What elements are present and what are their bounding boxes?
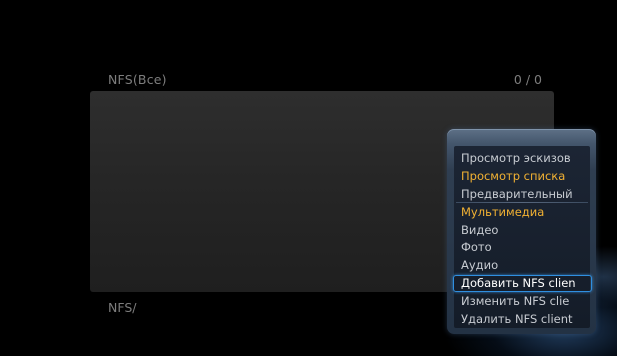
menu-item-audio[interactable]: Аудио — [461, 257, 593, 273]
menu-item-delete-nfs-client[interactable]: Удалить NFS client — [461, 311, 593, 327]
menu-item-video[interactable]: Видео — [461, 222, 593, 238]
menu-item-photo[interactable]: Фото — [461, 239, 593, 255]
media-player-screen: NFS(Все) 0 / 0 NFS/ Просмотр эскизов Про… — [0, 0, 617, 356]
menu-item-edit-nfs-client[interactable]: Изменить NFS clie — [461, 293, 593, 309]
item-count: 0 / 0 — [513, 72, 542, 87]
menu-item-preview[interactable]: Предварительный — [461, 186, 593, 202]
menu-item-thumbnail-view[interactable]: Просмотр эскизов — [461, 150, 593, 166]
browser-title: NFS(Все) — [108, 72, 167, 87]
menu-item-list-view[interactable]: Просмотр списка — [461, 168, 593, 184]
menu-item-add-nfs-client[interactable]: Добавить NFS clien — [461, 275, 593, 291]
current-path: NFS/ — [108, 300, 137, 315]
menu-item-multimedia[interactable]: Мультимедиа — [461, 204, 593, 220]
menu-separator — [456, 202, 588, 203]
